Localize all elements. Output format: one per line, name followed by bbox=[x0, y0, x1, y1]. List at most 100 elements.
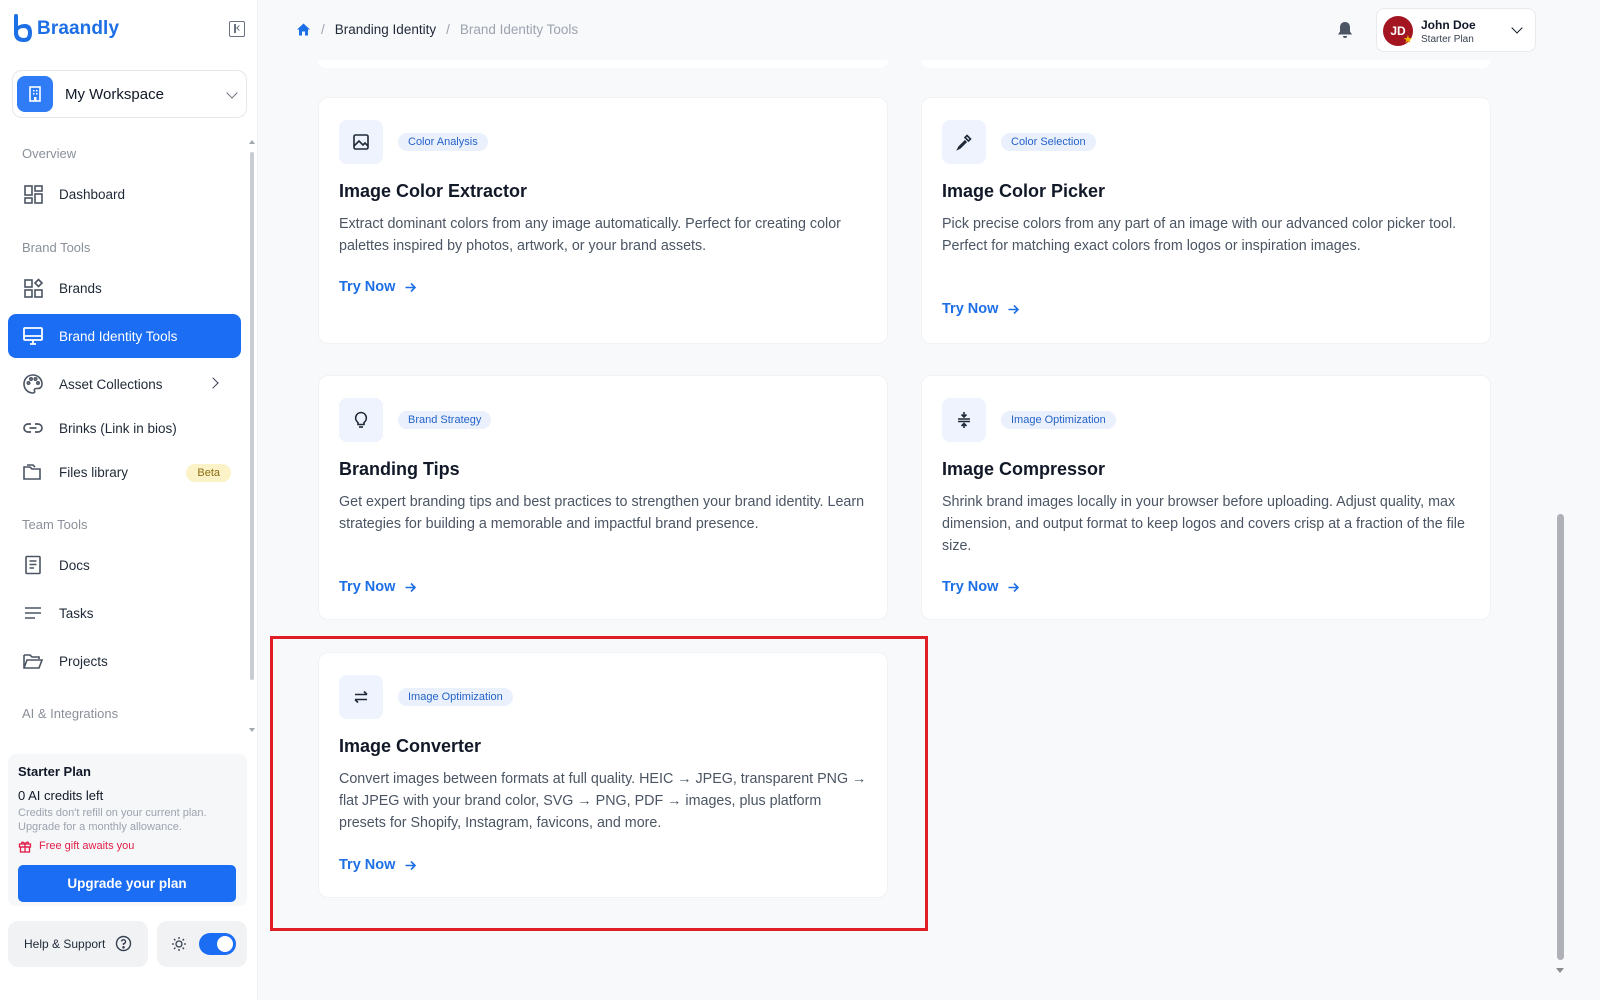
sidebar-item-label: Tasks bbox=[59, 605, 94, 621]
sidebar-item-brands[interactable]: Brands bbox=[8, 266, 241, 310]
lightbulb-icon bbox=[339, 398, 383, 442]
free-gift-link[interactable]: Free gift awaits you bbox=[18, 839, 237, 853]
arrow-right-icon bbox=[405, 282, 417, 292]
chevron-down-icon bbox=[1511, 22, 1523, 34]
app-logo[interactable]: Braandly bbox=[10, 14, 119, 44]
user-menu[interactable]: JD ★ John Doe Starter Plan bbox=[1376, 8, 1536, 52]
link-icon bbox=[23, 423, 43, 433]
palette-icon bbox=[23, 374, 43, 394]
section-ai-integrations: AI & Integrations bbox=[22, 706, 119, 721]
plan-card: Starter Plan 0 AI credits left Credits d… bbox=[8, 754, 247, 906]
user-name: John Doe bbox=[1421, 18, 1476, 32]
building-icon bbox=[17, 76, 53, 112]
card-badge: Brand Strategy bbox=[398, 411, 492, 429]
star-icon: ★ bbox=[1403, 34, 1413, 46]
brands-icon bbox=[24, 278, 44, 298]
card-description: Shrink brand images locally in your brow… bbox=[942, 494, 1465, 554]
sidebar-item-projects[interactable]: Projects bbox=[8, 639, 241, 683]
sidebar-item-label: Brand Identity Tools bbox=[59, 328, 178, 344]
dashboard-icon bbox=[24, 185, 43, 204]
card-partial bbox=[921, 60, 1491, 68]
scroll-down-icon[interactable] bbox=[1556, 968, 1564, 973]
breadcrumb-current: Brand Identity Tools bbox=[459, 22, 579, 37]
try-now-label: Try Now bbox=[942, 301, 999, 317]
arrow-right-icon bbox=[405, 582, 417, 592]
arrow-right-icon bbox=[1008, 582, 1020, 592]
card-description: Pick precise colors from any part of an … bbox=[942, 216, 1457, 254]
gift-icon bbox=[18, 841, 32, 853]
image-icon bbox=[339, 120, 383, 164]
user-plan: Starter Plan bbox=[1421, 34, 1474, 45]
sidebar-item-tasks[interactable]: Tasks bbox=[8, 591, 241, 635]
try-now-label: Try Now bbox=[942, 579, 999, 595]
plan-credits: 0 AI credits left bbox=[18, 788, 104, 803]
collapse-sidebar-icon[interactable] bbox=[229, 21, 245, 37]
sun-icon bbox=[172, 937, 186, 951]
plan-name: Starter Plan bbox=[18, 764, 91, 779]
try-now-link[interactable]: Try Now bbox=[942, 301, 1020, 317]
tool-card-image-color-picker: Color Selection Image Color Picker Pick … bbox=[921, 97, 1491, 344]
card-description: Extract dominant colors from any image a… bbox=[339, 216, 841, 254]
breadcrumb: / Branding Identity / Brand Identity Too… bbox=[296, 22, 578, 37]
sidebar-item-docs[interactable]: Docs bbox=[8, 543, 241, 587]
notification-bell-icon[interactable] bbox=[1335, 20, 1355, 40]
chevron-down-icon bbox=[226, 87, 238, 99]
sidebar-item-label: Docs bbox=[59, 557, 90, 573]
folder-icon bbox=[23, 464, 41, 480]
home-icon[interactable] bbox=[296, 22, 311, 37]
card-title: Branding Tips bbox=[339, 459, 460, 479]
tool-card-branding-tips: Brand Strategy Branding Tips Get expert … bbox=[318, 375, 888, 620]
try-now-link[interactable]: Try Now bbox=[339, 579, 417, 595]
scroll-up-icon[interactable] bbox=[249, 140, 255, 144]
sidebar-item-files-library[interactable]: Files library Beta bbox=[8, 450, 241, 494]
tool-card-image-color-extractor: Color Analysis Image Color Extractor Ext… bbox=[318, 97, 888, 344]
section-brand-tools: Brand Tools bbox=[22, 240, 91, 255]
breadcrumb-separator: / bbox=[446, 22, 450, 37]
document-icon bbox=[25, 555, 41, 575]
upgrade-plan-button[interactable]: Upgrade your plan bbox=[18, 865, 236, 902]
plan-note: Credits don't refill on your current pla… bbox=[18, 807, 207, 833]
main-scrollbar[interactable] bbox=[1554, 0, 1566, 1000]
card-title: Image Color Picker bbox=[942, 181, 1106, 201]
scroll-down-icon[interactable] bbox=[249, 728, 255, 732]
eyedropper-icon bbox=[942, 120, 986, 164]
sidebar-item-label: Asset Collections bbox=[59, 376, 163, 392]
main-scrollbar-thumb[interactable] bbox=[1557, 514, 1564, 960]
tool-card-image-compressor: Image Optimization Image Compressor Shri… bbox=[921, 375, 1491, 620]
sidebar-item-brinks[interactable]: Brinks (Link in bios) bbox=[8, 406, 241, 450]
sidebar-item-dashboard[interactable]: Dashboard bbox=[8, 172, 241, 216]
sidebar-item-label: Dashboard bbox=[59, 186, 126, 202]
arrow-right-icon bbox=[1008, 304, 1020, 314]
folder-open-icon bbox=[23, 654, 44, 669]
free-gift-label: Free gift awaits you bbox=[39, 840, 135, 852]
card-title: Image Compressor bbox=[942, 459, 1106, 479]
sidebar-item-label: Projects bbox=[59, 653, 108, 669]
sidebar-scrollbar-thumb[interactable] bbox=[250, 152, 254, 680]
breadcrumb-separator: / bbox=[321, 22, 325, 37]
try-now-link[interactable]: Try Now bbox=[942, 579, 1020, 595]
compress-icon bbox=[942, 398, 986, 442]
workspace-label: My Workspace bbox=[65, 85, 164, 103]
card-description: Get expert branding tips and best practi… bbox=[339, 494, 865, 532]
sidebar-item-brand-identity-tools[interactable]: Brand Identity Tools bbox=[8, 314, 241, 358]
theme-toggle[interactable] bbox=[199, 933, 236, 955]
workspace-selector[interactable]: My Workspace bbox=[12, 70, 247, 118]
sidebar-item-label: Brinks (Link in bios) bbox=[59, 420, 177, 436]
try-now-link[interactable]: Try Now bbox=[339, 279, 417, 295]
sidebar-item-label: Brands bbox=[59, 280, 102, 296]
theme-switcher bbox=[157, 921, 247, 967]
card-badge: Color Selection bbox=[1001, 133, 1096, 151]
card-title: Image Color Extractor bbox=[339, 181, 528, 201]
help-support-button[interactable]: Help & Support bbox=[8, 921, 148, 967]
help-support-label: Help & Support bbox=[24, 937, 106, 951]
try-now-label: Try Now bbox=[339, 579, 396, 595]
section-team-tools: Team Tools bbox=[22, 517, 88, 532]
highlight-box bbox=[270, 636, 928, 931]
monitor-icon bbox=[23, 327, 43, 345]
card-badge: Color Analysis bbox=[398, 133, 488, 151]
sidebar-scrollbar[interactable] bbox=[249, 138, 255, 738]
breadcrumb-branding-identity[interactable]: Branding Identity bbox=[335, 22, 436, 37]
sidebar-item-asset-collections[interactable]: Asset Collections bbox=[8, 362, 241, 406]
chevron-right-icon bbox=[207, 377, 219, 389]
card-badge: Image Optimization bbox=[1001, 411, 1116, 429]
